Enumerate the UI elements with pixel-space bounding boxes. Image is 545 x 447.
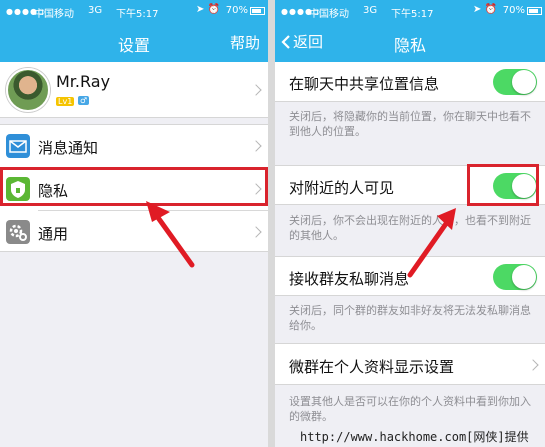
- setting-description: 设置其他人是否可以在你的个人资料中看到你加入的微群。: [289, 395, 531, 423]
- battery-label: 70%: [225, 5, 248, 16]
- list-item-general[interactable]: 通用: [0, 211, 268, 253]
- carrier-label: 中国移动: [309, 9, 349, 20]
- chevron-right-icon: [250, 140, 262, 152]
- setting-description: 关闭后，你不会出现在附近的人中，也看不到附近的其他人。: [289, 214, 531, 242]
- battery-icon: [527, 7, 542, 15]
- setting-row-weiqun-display[interactable]: 微群在个人资料显示设置: [275, 343, 545, 385]
- time-label: 下午5:17: [116, 9, 159, 20]
- notifications-label: 消息通知: [38, 139, 99, 157]
- share-location-toggle[interactable]: [493, 69, 537, 95]
- avatar: [6, 68, 50, 112]
- highlight-box: [467, 164, 539, 206]
- envelope-icon: [6, 134, 30, 158]
- setting-description: 关闭后，将隐藏你的当前位置，你在聊天中也看不到他人的位置。: [289, 110, 531, 138]
- page-title: 设置: [117, 36, 150, 55]
- help-button[interactable]: 帮助: [230, 32, 260, 53]
- setting-label: 在聊天中共享位置信息: [289, 75, 440, 93]
- network-label: 3G: [88, 5, 103, 16]
- highlight-box: [0, 167, 268, 206]
- profile-name: Mr.Ray: [56, 72, 111, 91]
- level-badge: Lv1: [56, 97, 75, 106]
- settings-screen: ●●●●○ 中国移动 3G 下午5:17 ➤ ⏰ 70% 设置 帮助 Mr.Ra…: [0, 0, 268, 447]
- status-bar: ●●●●○ 中国移动 3G 下午5:17 ➤ ⏰ 70%: [0, 0, 268, 22]
- time-label: 下午5:17: [391, 9, 434, 20]
- setting-row-share-location: 在聊天中共享位置信息: [275, 62, 545, 102]
- setting-description: 关闭后，同个群的群友如非好友将无法发私聊消息给你。: [289, 304, 531, 332]
- status-bar: ●●●●○ 中国移动 3G 下午5:17 ➤ ⏰ 70%: [275, 0, 545, 22]
- setting-label: 对附近的人可见: [289, 179, 395, 197]
- nav-bar: 返回 隐私: [275, 22, 545, 62]
- chevron-right-icon: [250, 84, 262, 96]
- nav-bar: 设置 帮助: [0, 22, 268, 62]
- chevron-right-icon: [250, 226, 262, 238]
- gender-badge: ♂: [78, 96, 90, 105]
- battery-label: 70%: [502, 5, 525, 16]
- setting-row-group-messages: 接收群友私聊消息: [275, 256, 545, 296]
- setting-label: 接收群友私聊消息: [289, 270, 410, 288]
- divider: [268, 0, 275, 447]
- chevron-right-icon: [527, 359, 539, 371]
- general-label: 通用: [38, 225, 69, 243]
- group-messages-toggle[interactable]: [493, 264, 537, 290]
- setting-label: 微群在个人资料显示设置: [289, 358, 455, 376]
- carrier-label: 中国移动: [34, 9, 74, 20]
- list-item-notifications[interactable]: 消息通知: [0, 125, 268, 167]
- location-icon: ➤ ⏰: [195, 4, 220, 15]
- page-title: 隐私: [393, 36, 426, 55]
- location-icon: ➤ ⏰: [472, 4, 497, 15]
- network-label: 3G: [363, 5, 378, 16]
- battery-icon: [250, 7, 265, 15]
- watermark: http://www.hackhome.com[网侠]提供: [300, 430, 529, 444]
- gear-icon: [6, 220, 30, 244]
- privacy-screen: ●●●●○ 中国移动 3G 下午5:17 ➤ ⏰ 70% 返回 隐私 在聊天中共…: [275, 0, 545, 447]
- profile-row[interactable]: Mr.Ray Lv1 ♂: [0, 62, 268, 118]
